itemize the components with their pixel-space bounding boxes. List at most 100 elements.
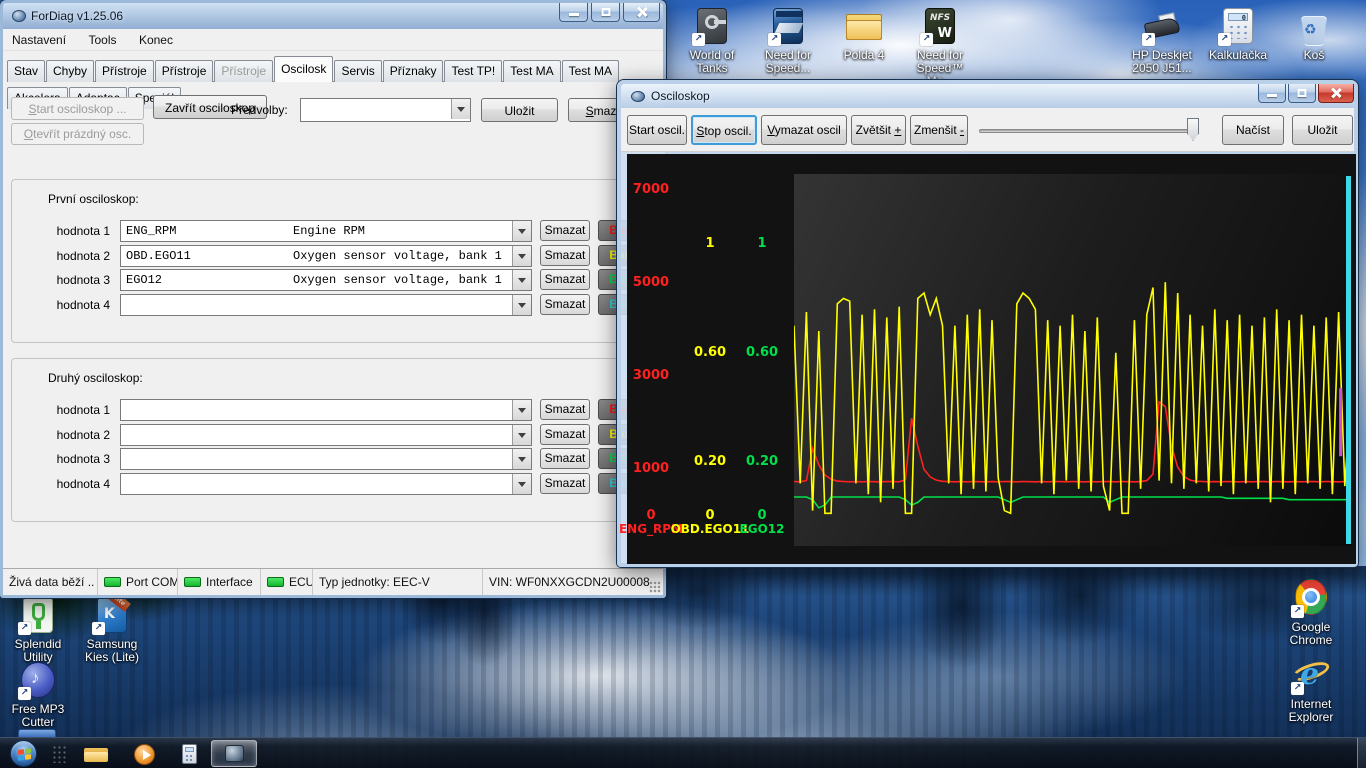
- tab-p-stroje-2[interactable]: Přístroje: [95, 60, 154, 82]
- calculator-taskbar-icon[interactable]: [182, 744, 197, 764]
- desktop-icon-folder[interactable]: Polda 4: [830, 6, 898, 62]
- value-row: hodnota 2OBD.EGO11Oxygen sensor voltage,…: [18, 245, 650, 267]
- resize-grip[interactable]: [649, 581, 661, 593]
- delete-value-button[interactable]: Smazat: [540, 269, 590, 290]
- chevron-down-icon[interactable]: [512, 400, 531, 420]
- tab-p-stroje-4[interactable]: Přístroje: [214, 60, 273, 82]
- nfs_shift-icon: ↗: [767, 6, 809, 46]
- tab-servis-6[interactable]: Servis: [334, 60, 381, 82]
- desktop-icon-chrome[interactable]: ↗Google Chrome: [1277, 578, 1345, 647]
- clear-oscil-button[interactable]: Vymazat oscil: [761, 115, 847, 145]
- osciloskop-window-title: Osciloskop: [651, 89, 710, 103]
- desktop-icon-bin[interactable]: ♻Koš: [1280, 6, 1348, 62]
- nfs_world-icon: NFSW↗: [919, 6, 961, 46]
- start-oscil-button[interactable]: Start oscil.: [627, 115, 687, 145]
- delete-value-button[interactable]: Smazat: [540, 424, 590, 445]
- value-combobox[interactable]: [120, 294, 532, 316]
- explorer-taskbar-icon[interactable]: [84, 746, 110, 763]
- close-button[interactable]: [1318, 84, 1354, 103]
- partial-desktop-icon[interactable]: [18, 729, 56, 737]
- shortcut-arrow-icon: ↗: [1142, 33, 1155, 46]
- start-button[interactable]: [10, 740, 37, 767]
- desktop-icon-kies[interactable]: KLite↗Samsung Kies (Lite): [78, 595, 146, 664]
- maximize-button[interactable]: [1288, 84, 1316, 103]
- delete-value-button[interactable]: Smazat: [540, 473, 590, 494]
- show-desktop-button[interactable]: [1357, 738, 1366, 768]
- presets-combobox[interactable]: [300, 98, 471, 122]
- axis-tick-eng_rpm: 3000: [633, 368, 669, 383]
- chevron-down-icon[interactable]: [512, 246, 531, 266]
- save-preset-button[interactable]: Uložit: [481, 98, 558, 122]
- desktop-icon-ie[interactable]: e↗Internet Explorer: [1277, 655, 1345, 724]
- menu-tools[interactable]: Tools: [79, 29, 125, 47]
- desktop-icon-wot[interactable]: ↗World of Tanks: [678, 6, 746, 75]
- chevron-down-icon[interactable]: [451, 99, 470, 119]
- open-empty-osc-button[interactable]: Otevřít prázdný osc.: [11, 123, 144, 145]
- desktop-icon-splendid[interactable]: ↗Splendid Utility: [4, 595, 72, 664]
- combo-description: Engine RPM: [293, 224, 509, 238]
- chevron-down-icon[interactable]: [512, 295, 531, 315]
- value-combobox[interactable]: [120, 424, 532, 446]
- tab-chyby-1[interactable]: Chyby: [46, 60, 94, 82]
- zoom-in-button[interactable]: Zvětšit +: [851, 115, 906, 145]
- delete-value-button[interactable]: Smazat: [540, 448, 590, 469]
- maximize-button[interactable]: [591, 3, 620, 22]
- minimize-button[interactable]: [559, 3, 588, 22]
- fordiag-titlebar[interactable]: ForDiag v1.25.06: [3, 3, 663, 29]
- desktop-icon-calc[interactable]: 0↗Kalkulačka: [1204, 6, 1272, 62]
- fordiag-statusbar: Živá data běží .. Port COM5 Interface EC…: [3, 568, 663, 595]
- tab-stav-0[interactable]: Stav: [7, 60, 45, 82]
- desktop-icon-nfs_world[interactable]: NFSW↗Need for Speed™ Mo...: [906, 6, 974, 88]
- save-button[interactable]: Uložit: [1292, 115, 1353, 145]
- zoom-slider-thumb[interactable]: [1187, 118, 1199, 141]
- load-button[interactable]: Načíst: [1222, 115, 1284, 145]
- group-title: Druhý osciloskop:: [46, 371, 145, 385]
- delete-value-button[interactable]: Smazat: [540, 245, 590, 266]
- start-osciloskop-button[interactable]: Start osciloskop ...: [11, 97, 144, 120]
- chevron-down-icon[interactable]: [512, 270, 531, 290]
- media-player-taskbar-icon[interactable]: [134, 744, 155, 765]
- value-row: hodnota 4SmazatBarva: [18, 473, 650, 495]
- calc-icon: 0↗: [1217, 6, 1259, 46]
- fordiag-taskbar-button[interactable]: [211, 740, 257, 767]
- chevron-down-icon[interactable]: [512, 221, 531, 241]
- zoom-slider-track[interactable]: [979, 129, 1199, 133]
- osciloskop-toolbar: Start oscil. Stop oscil. Vymazat oscil Z…: [621, 108, 1354, 152]
- desktop-icon-hp[interactable]: ↗HP Deskjet 2050 J51...: [1128, 6, 1196, 75]
- chevron-down-icon[interactable]: [512, 449, 531, 469]
- zoom-out-button[interactable]: Zmenšit -: [910, 115, 968, 145]
- tab-p-stroje-3[interactable]: Přístroje: [155, 60, 214, 82]
- chevron-down-icon[interactable]: [512, 474, 531, 494]
- chevron-down-icon[interactable]: [512, 425, 531, 445]
- desktop-icon-mp3[interactable]: ♪↗Free MP3 Cutter: [4, 660, 72, 729]
- tab-test-tp--8[interactable]: Test TP!: [444, 60, 502, 82]
- combo-value: OBD.EGO11: [126, 249, 292, 263]
- delete-value-button[interactable]: Smazat: [540, 220, 590, 241]
- delete-value-button[interactable]: Smazat: [540, 294, 590, 315]
- marker-line: [1339, 388, 1342, 456]
- delete-value-button[interactable]: Smazat: [540, 399, 590, 420]
- close-button[interactable]: [623, 3, 660, 22]
- desktop-icon-nfs_shift[interactable]: ↗Need for Speed...: [754, 6, 822, 75]
- minimize-button[interactable]: [1258, 84, 1286, 103]
- axis-tick-eng_rpm: 0: [646, 508, 655, 523]
- axis-tick-ego12: 0: [757, 508, 766, 523]
- value-combobox[interactable]: ENG_RPMEngine RPM: [120, 220, 532, 242]
- windows-logo-icon: [18, 748, 31, 762]
- value-combobox[interactable]: EGO12Oxygen sensor voltage, bank 1: [120, 269, 532, 291]
- tab-test-ma-10[interactable]: Test MA: [562, 60, 619, 82]
- tab-p-znaky-7[interactable]: Příznaky: [383, 60, 444, 82]
- value-combobox[interactable]: [120, 448, 532, 470]
- stop-oscil-button[interactable]: Stop oscil.: [691, 115, 757, 145]
- value-combobox[interactable]: OBD.EGO11Oxygen sensor voltage, bank 1 u…: [120, 245, 532, 267]
- osciloskop-titlebar[interactable]: Osciloskop: [621, 84, 1354, 108]
- cursor-line: [1346, 176, 1351, 544]
- tab-test-ma-9[interactable]: Test MA: [503, 60, 560, 82]
- value-combobox[interactable]: [120, 399, 532, 421]
- menu-konec[interactable]: Konec: [130, 29, 182, 47]
- ie-icon: e↗: [1290, 655, 1332, 695]
- menu-nastaveni[interactable]: Nastavení: [3, 29, 75, 47]
- value-combobox[interactable]: [120, 473, 532, 495]
- value-row: hodnota 3SmazatBarva: [18, 448, 650, 470]
- tab-oscilosk-5[interactable]: Oscilosk: [274, 56, 333, 82]
